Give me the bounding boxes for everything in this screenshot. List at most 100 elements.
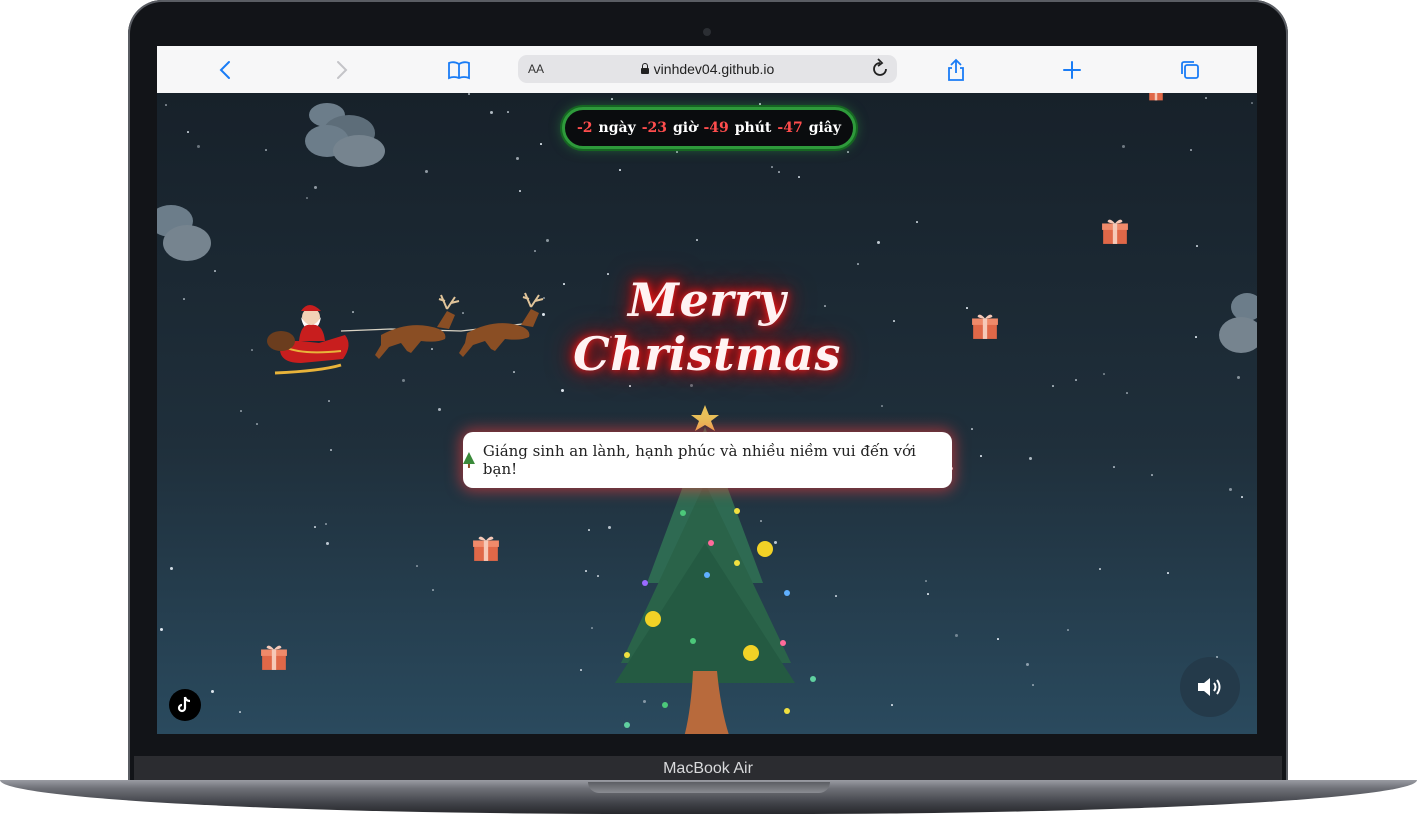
countdown-seconds: -47 <box>777 120 803 136</box>
star <box>966 307 968 309</box>
star <box>925 580 927 582</box>
tiktok-icon <box>177 696 191 713</box>
star <box>251 349 253 351</box>
forward-button[interactable] <box>327 55 357 85</box>
star <box>881 405 883 407</box>
star <box>1237 376 1240 379</box>
star <box>438 408 441 411</box>
sound-toggle-button[interactable] <box>1180 657 1240 717</box>
star <box>893 320 895 322</box>
tabs-icon <box>1181 61 1199 79</box>
bookmarks-button[interactable] <box>444 55 474 85</box>
share-button[interactable] <box>941 55 971 85</box>
star <box>165 104 167 106</box>
star <box>1032 684 1034 686</box>
star <box>256 423 258 425</box>
reload-icon <box>873 58 887 76</box>
star <box>170 567 173 570</box>
back-button[interactable] <box>210 55 240 85</box>
star <box>1126 392 1128 394</box>
star <box>1229 488 1232 491</box>
address-bar[interactable]: AA vinhdev04.github.io <box>518 55 897 83</box>
star <box>916 221 918 223</box>
star <box>690 384 693 387</box>
star <box>519 190 521 192</box>
star <box>160 628 163 631</box>
star <box>927 593 929 595</box>
cloud-icon <box>1219 293 1257 353</box>
star <box>1099 568 1101 570</box>
star <box>540 143 542 145</box>
star <box>1122 145 1125 148</box>
star <box>183 298 185 300</box>
tabs-button[interactable] <box>1175 55 1205 85</box>
camera <box>703 28 711 36</box>
star <box>971 428 973 430</box>
star <box>239 711 241 713</box>
star <box>561 389 564 392</box>
star <box>778 171 780 173</box>
greeting-text: Giáng sinh an lành, hạnh phúc và nhiều n… <box>482 442 916 478</box>
star <box>891 704 893 706</box>
countdown-minutes: -49 <box>703 120 729 136</box>
star <box>314 186 317 189</box>
star <box>619 169 621 171</box>
star <box>1196 245 1198 247</box>
laptop-notch <box>588 782 830 793</box>
star <box>432 589 434 591</box>
star <box>240 410 242 412</box>
gift-icon <box>261 645 287 670</box>
star <box>402 379 405 382</box>
new-tab-icon <box>1063 61 1081 79</box>
star <box>534 250 536 252</box>
cloud-icon <box>157 205 211 261</box>
gift-icon <box>972 314 998 339</box>
share-icon <box>948 58 964 81</box>
star <box>759 103 761 105</box>
star <box>330 449 332 451</box>
bookmarks-icon <box>448 61 470 80</box>
star <box>468 93 470 95</box>
star <box>676 151 678 153</box>
star <box>211 690 214 693</box>
page-title: Merry Christmas <box>573 273 841 381</box>
star <box>507 111 509 113</box>
star <box>328 400 330 402</box>
star <box>877 241 880 244</box>
browser-toolbar: AA vinhdev04.github.io <box>157 46 1257 94</box>
star <box>629 385 631 387</box>
countdown-minutes-unit: phút <box>734 120 772 136</box>
tiktok-button[interactable] <box>169 689 201 721</box>
star <box>1251 102 1253 104</box>
star <box>516 157 519 160</box>
star <box>1190 149 1192 151</box>
greeting-message: Giáng sinh an lành, hạnh phúc và nhiều n… <box>463 432 952 488</box>
device-label: MacBook Air <box>134 756 1282 782</box>
countdown-hours-unit: giờ <box>673 120 698 136</box>
star <box>696 239 698 241</box>
screen: AA vinhdev04.github.io -2 ngày -23 giờ -… <box>157 46 1257 734</box>
star <box>640 149 642 151</box>
url-text: vinhdev04.github.io <box>653 61 775 77</box>
star <box>835 595 837 597</box>
cloud-icon <box>305 103 385 167</box>
gift-icon <box>1149 93 1163 101</box>
new-tab-button[interactable] <box>1057 55 1087 85</box>
reload-button[interactable] <box>871 58 889 83</box>
star <box>1195 336 1197 338</box>
star <box>325 523 327 525</box>
countdown-hours: -23 <box>641 120 668 136</box>
gift-icon <box>1102 219 1128 244</box>
sleigh-icon <box>267 292 544 375</box>
star <box>611 98 613 100</box>
countdown-days: -2 <box>576 120 593 136</box>
speaker-icon <box>1198 678 1221 696</box>
star <box>314 526 316 528</box>
forward-icon <box>337 61 348 79</box>
star <box>847 151 849 153</box>
star <box>490 111 493 114</box>
star <box>326 542 329 545</box>
star <box>1113 466 1115 468</box>
star <box>425 170 428 173</box>
star <box>416 565 418 567</box>
